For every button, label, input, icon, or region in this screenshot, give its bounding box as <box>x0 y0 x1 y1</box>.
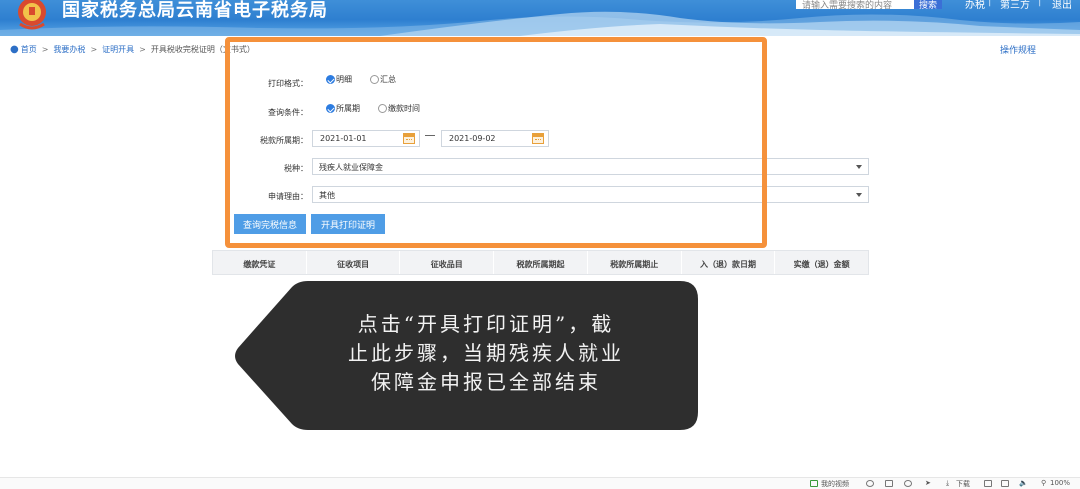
callout-line: 保障金申报已全部结束 <box>371 370 601 394</box>
chevron-down-icon <box>856 165 862 169</box>
column-period-start: 税款所属期起 <box>494 251 588 274</box>
send-icon[interactable]: ➤ <box>925 479 931 487</box>
operation-rules-link[interactable]: 操作规程 <box>1000 43 1036 56</box>
zoom-icon[interactable]: ⚲ <box>1041 479 1046 487</box>
download-icon[interactable]: ⤓ <box>946 479 949 488</box>
emoji-icon[interactable] <box>866 480 874 487</box>
column-payment-voucher: 缴款凭证 <box>213 251 307 274</box>
face-icon[interactable] <box>904 480 912 487</box>
breadcrumb-certificate[interactable]: 证明开具 <box>102 44 134 55</box>
search-button[interactable]: 搜索 <box>914 0 942 11</box>
zoom-level[interactable]: 100% <box>1050 479 1070 487</box>
search-input[interactable]: 请输入需要搜索的内容 <box>796 0 914 9</box>
download-link[interactable]: 下载 <box>956 479 970 489</box>
breadcrumb-separator: > <box>139 45 146 54</box>
header-divider: | <box>988 0 992 7</box>
screen-icon[interactable] <box>1001 480 1009 487</box>
my-videos-link[interactable]: 我的视频 <box>821 479 849 489</box>
header-link-logout[interactable]: 退出 <box>1052 0 1072 11</box>
player-toolbar: 我的视频 ➤ ⤓ 下载 🔈 ⚲ 100% <box>0 477 1080 489</box>
results-table-header: 缴款凭证 征收项目 征收品目 税款所属期起 税款所属期止 入（退）款日期 实缴（… <box>212 250 869 275</box>
video-icon[interactable] <box>810 480 818 487</box>
chevron-down-icon <box>856 193 862 197</box>
site-title[interactable]: 国家税务总局云南省电子税务局 <box>62 0 328 22</box>
column-period-end: 税款所属期止 <box>588 251 682 274</box>
callout-line: 点击“开具打印证明”，截 <box>357 312 615 336</box>
header-link-third-party[interactable]: 第三方 <box>1000 0 1030 11</box>
header-link-handle[interactable]: 办税 <box>965 0 985 11</box>
column-levy-category: 征收品目 <box>400 251 495 274</box>
highlight-box <box>225 37 767 248</box>
breadcrumb-separator: > <box>90 45 98 54</box>
breadcrumb: ● 首页 > 我要办税 > 证明开具 > 开具税收完税证明（文书式） <box>10 44 255 55</box>
volume-icon[interactable]: 🔈 <box>1019 479 1028 487</box>
callout-text: 点击“开具打印证明”，截 止此步骤，当期残疾人就业 保障金申报已全部结束 <box>296 310 676 397</box>
column-amount: 实缴（退）金额 <box>793 260 850 269</box>
column-payment-date: 入（退）款日期 <box>682 251 776 274</box>
location-pin-icon: ● <box>10 44 19 55</box>
header-divider: | <box>1038 0 1042 7</box>
window-icon[interactable] <box>984 480 992 487</box>
breadcrumb-home[interactable]: 首页 <box>21 44 37 55</box>
site-header: 国家税务总局云南省电子税务局 请输入需要搜索的内容 搜索 办税 | 第三方 | … <box>0 0 1080 36</box>
column-levy-item: 征收项目 <box>307 251 401 274</box>
breadcrumb-tax-handling[interactable]: 我要办税 <box>53 44 85 55</box>
callout-line: 止此步骤，当期残疾人就业 <box>348 341 624 365</box>
breadcrumb-separator: > <box>41 45 49 54</box>
image-icon[interactable] <box>885 480 893 487</box>
tax-bureau-emblem-icon <box>18 0 46 30</box>
